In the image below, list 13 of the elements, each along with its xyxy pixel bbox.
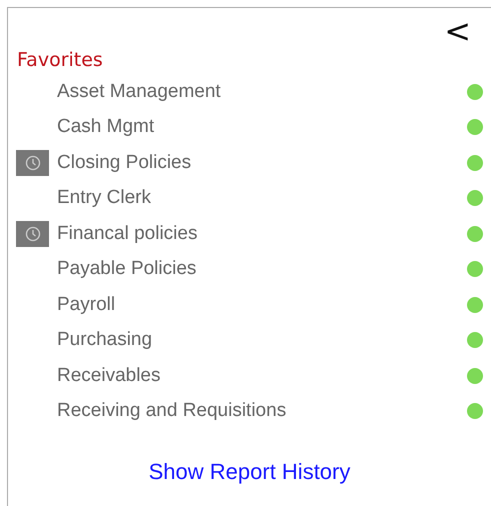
report-link[interactable]: Payroll [57,294,467,316]
section-title: Favorites [17,48,104,72]
report-link[interactable]: Cash Mgmt [57,116,467,138]
collapse-button[interactable]: < [444,20,471,42]
report-link[interactable]: Entry Clerk [57,187,467,210]
history-link[interactable]: Show Report History [148,459,350,485]
report-link[interactable]: Payable Policies [57,258,467,280]
report-link[interactable]: Receivables [57,364,467,387]
report-link[interactable]: Financal policies [57,222,467,245]
report-link[interactable]: Closing Policies [57,152,467,174]
report-link[interactable]: Receiving and Requisitions [57,400,467,422]
report-link[interactable]: Purchasing [57,329,467,352]
report-link[interactable]: Asset Management [57,80,467,103]
